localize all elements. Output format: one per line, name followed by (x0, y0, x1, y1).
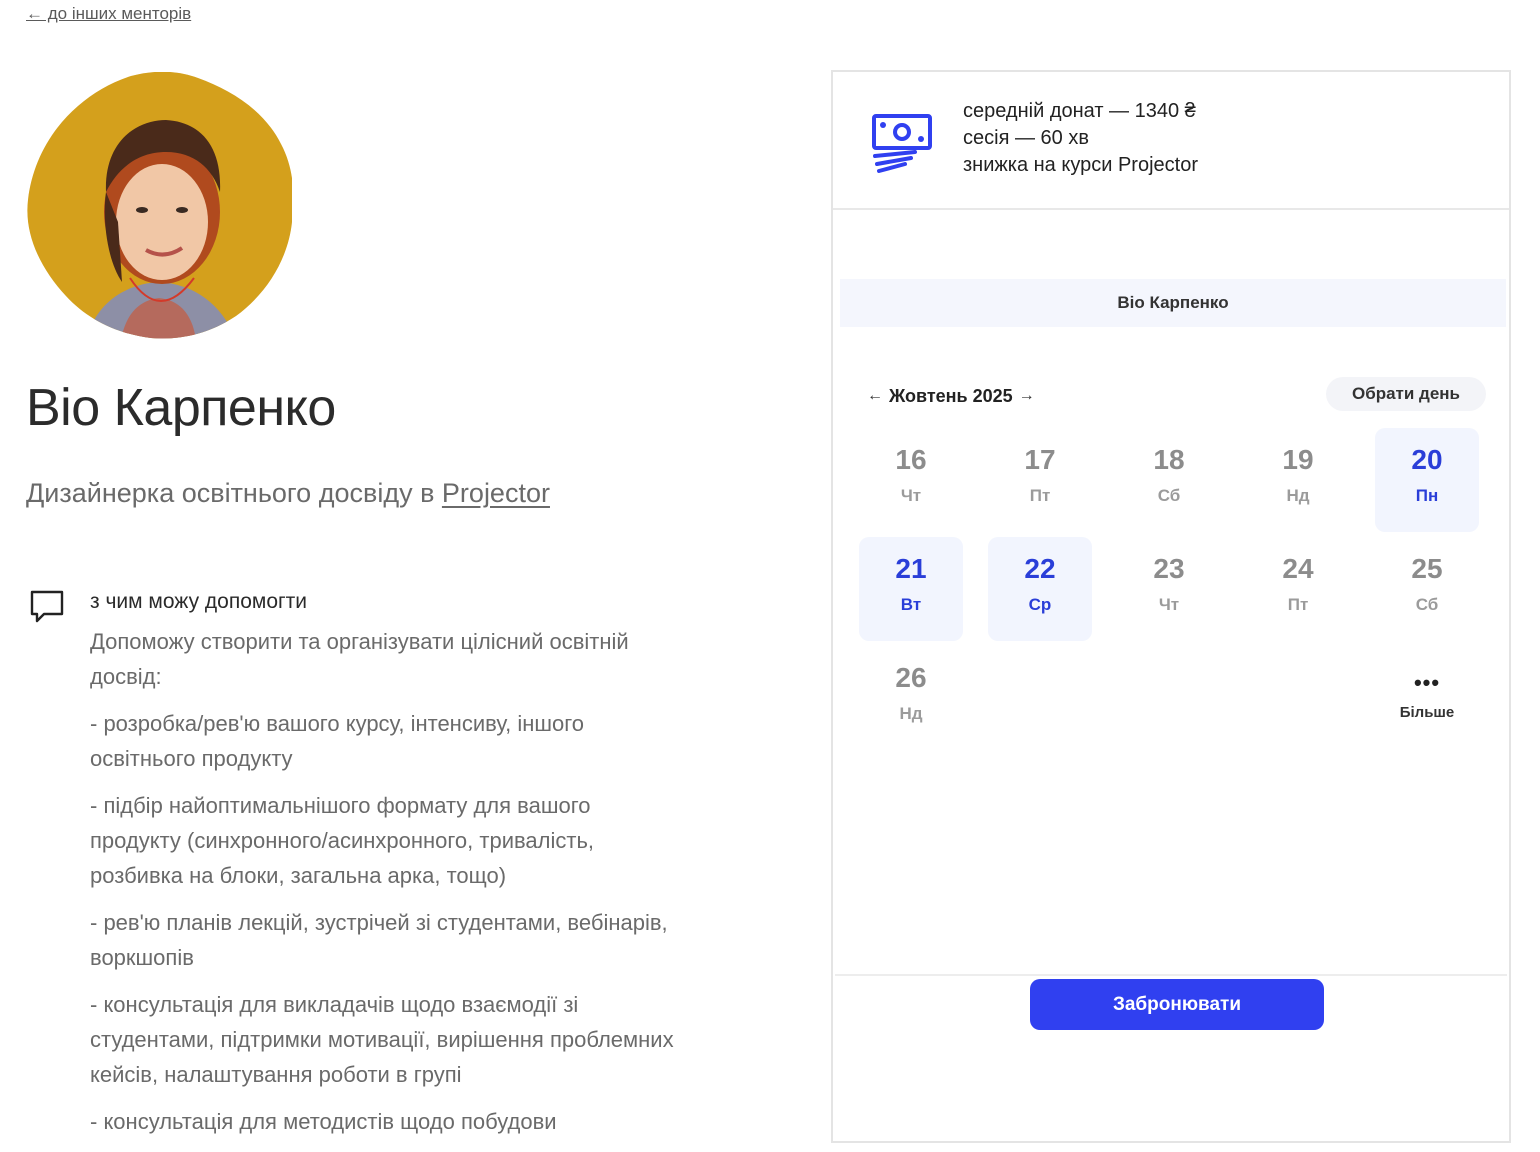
footer-divider (835, 974, 1507, 976)
help-paragraph: - консультація для викладачів щодо взаєм… (90, 992, 674, 1087)
mentor-role: Дизайнерка освітнього досвіду в Projecto… (26, 478, 550, 509)
day-cell[interactable]: 23 Чт (1117, 537, 1221, 641)
help-paragraph: - рев'ю планів лекцій, зустрічей зі студ… (90, 910, 668, 970)
day-number: 23 (1153, 553, 1185, 584)
day-weekday: Пт (1029, 486, 1051, 505)
session-length: сесія — 60 хв (963, 127, 1089, 149)
choose-day-button[interactable]: Обрати день (1326, 377, 1486, 411)
prev-month-arrow-icon[interactable]: ← (867, 387, 883, 405)
help-paragraph: - консультація для методистів щодо побуд… (90, 1109, 557, 1134)
more-days-button[interactable]: ••• Більше (1375, 646, 1479, 750)
day-weekday: Чт (1158, 595, 1180, 614)
day-cell[interactable]: 16 Чт (859, 428, 963, 532)
day-weekday: Чт (900, 486, 922, 505)
help-description: Допоможу створити та організувати цілісн… (90, 624, 680, 1151)
widget-title: Віо Карпенко (840, 279, 1506, 327)
company-link[interactable]: Projector (442, 478, 550, 508)
day-number: 18 (1153, 444, 1185, 475)
course-discount: знижка на курси Projector (963, 154, 1198, 176)
book-button[interactable]: Забронювати (1030, 979, 1324, 1030)
mentor-name: Віо Карпенко (26, 379, 336, 437)
day-cell[interactable]: 21 Вт (859, 537, 963, 641)
help-paragraph: - розробка/рев'ю вашого курсу, інтенсиву… (90, 711, 585, 771)
day-cell[interactable]: 25 Сб (1375, 537, 1479, 641)
day-number: 19 (1282, 444, 1314, 475)
day-number: 20 (1411, 444, 1443, 475)
day-weekday: Ср (1028, 595, 1052, 614)
day-number: 21 (895, 553, 927, 584)
day-cell[interactable]: 26 Нд (859, 646, 963, 750)
day-number: 25 (1411, 553, 1443, 584)
day-cell[interactable]: 24 Пт (1246, 537, 1350, 641)
day-number: 22 (1024, 553, 1056, 584)
day-cell[interactable]: 18 Сб (1117, 428, 1221, 532)
day-weekday: Вт (900, 595, 922, 614)
day-number: 16 (895, 444, 927, 475)
day-number: 24 (1282, 553, 1314, 584)
day-weekday: Нд (899, 704, 923, 723)
day-cell[interactable]: 19 Нд (1246, 428, 1350, 532)
more-label: Більше (1399, 704, 1455, 721)
donation-info: середній донат — 1340 ₴ сесія — 60 хв зн… (833, 72, 1509, 210)
role-text: Дизайнерка освітнього досвіду в (26, 478, 442, 508)
day-cell[interactable]: 20 Пн (1375, 428, 1479, 532)
help-paragraph: Допоможу створити та організувати цілісн… (90, 629, 629, 689)
chat-bubble-icon (28, 588, 66, 626)
day-weekday: Пт (1287, 595, 1309, 614)
booking-card: середній донат — 1340 ₴ сесія — 60 хв зн… (831, 70, 1511, 1143)
day-cell[interactable]: 17 Пт (988, 428, 1092, 532)
money-icon (871, 112, 933, 174)
day-number: 26 (895, 662, 927, 693)
help-title: з чим можу допомогти (90, 590, 308, 613)
next-month-arrow-icon[interactable]: → (1019, 387, 1035, 405)
more-dots-icon: ••• (1413, 670, 1441, 695)
mentor-avatar (26, 72, 292, 340)
day-weekday: Сб (1415, 595, 1439, 614)
day-weekday: Пн (1415, 486, 1439, 505)
back-to-mentors-link[interactable]: ← до інших менторів (26, 4, 191, 24)
month-label: Жовтень 2025 (889, 385, 1013, 406)
average-donation: середній донат — 1340 ₴ (963, 100, 1196, 122)
day-number: 17 (1024, 444, 1056, 475)
day-weekday: Сб (1157, 486, 1181, 505)
day-weekday: Нд (1286, 486, 1310, 505)
help-paragraph: - підбір найоптимальнішого формату для в… (90, 793, 595, 888)
month-navigation: ← Жовтень 2025 → (861, 384, 1041, 408)
day-cell[interactable]: 22 Ср (988, 537, 1092, 641)
